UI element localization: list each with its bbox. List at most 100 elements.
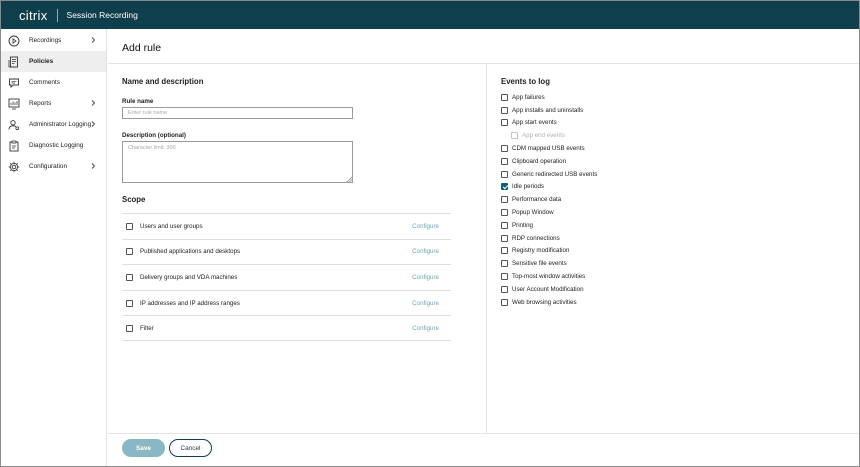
sidebar-item-label: Diagnostic Logging <box>29 142 84 149</box>
chevron-right-icon <box>91 163 96 169</box>
play-circle-icon <box>8 35 20 47</box>
event-top-most-window-checkbox[interactable] <box>501 273 508 281</box>
event-label: Popup Window <box>512 209 554 217</box>
event-sensitive-file-checkbox[interactable] <box>501 260 508 268</box>
event-label: Printing <box>512 221 533 229</box>
event-label: App start events <box>512 119 557 127</box>
event-row: Registry modification <box>501 245 597 258</box>
event-registry-checkbox[interactable] <box>501 247 508 255</box>
event-label: User Account Modification <box>512 285 584 293</box>
scope-label: IP addresses and IP address ranges <box>140 299 240 307</box>
event-label: Idle periods <box>512 183 544 191</box>
sidebar-item-recordings[interactable]: Recordings <box>1 30 106 51</box>
scope-row: Filter Configure <box>122 315 451 341</box>
policy-document-icon <box>8 56 20 68</box>
event-popup-window-checkbox[interactable] <box>501 209 508 217</box>
event-row: RDP connections <box>501 232 597 245</box>
event-row: App failures <box>501 91 597 104</box>
event-generic-usb-checkbox[interactable] <box>501 170 508 178</box>
event-label: Performance data <box>512 196 562 204</box>
event-cdm-usb-checkbox[interactable] <box>501 145 508 153</box>
footer-divider <box>108 433 859 434</box>
sidebar-item-comments[interactable]: Comments <box>1 72 106 93</box>
event-label: CDM mapped USB events <box>512 145 585 153</box>
scope-delivery-groups-checkbox[interactable] <box>126 273 133 281</box>
event-label: Web browsing activities <box>512 298 577 306</box>
event-row: Performance data <box>501 193 597 206</box>
configure-published-apps-link[interactable]: Configure <box>412 248 439 255</box>
event-row: Web browsing activities <box>501 296 597 309</box>
scope-filter-checkbox[interactable] <box>126 324 133 332</box>
scope-published-apps-checkbox[interactable] <box>126 248 133 256</box>
event-row: App end events <box>501 129 597 142</box>
scope-row: Users and user groups Configure <box>122 213 451 239</box>
reports-icon <box>8 98 20 110</box>
event-printing-checkbox[interactable] <box>501 221 508 229</box>
brand-divider <box>56 8 58 22</box>
event-row: Top-most window activities <box>501 270 597 283</box>
scope-row: Delivery groups and VDA machines Configu… <box>122 264 451 290</box>
main-panel: Add rule Name and description Rule name … <box>108 29 859 466</box>
event-row: CDM mapped USB events <box>501 142 597 155</box>
event-app-installs-checkbox[interactable] <box>501 106 508 114</box>
scope-users-checkbox[interactable] <box>126 222 133 230</box>
sidebar-item-reports[interactable]: Reports <box>1 93 106 114</box>
event-row: App start events <box>501 117 597 130</box>
configure-users-link[interactable]: Configure <box>412 223 439 230</box>
rule-name-label: Rule name <box>122 98 154 105</box>
event-label: App failures <box>512 93 545 101</box>
sidebar-item-configuration[interactable]: Configuration <box>1 156 106 177</box>
top-bar: citrix Session Recording <box>1 1 859 29</box>
sidebar-item-label: Administrator Logging <box>29 121 92 128</box>
event-label: App end events <box>522 132 566 140</box>
save-button[interactable]: Save <box>122 439 165 457</box>
sidebar-item-policies[interactable]: Policies <box>1 51 106 72</box>
event-row: App installs and uninstalls <box>501 104 597 117</box>
name-description-heading: Name and description <box>122 77 204 86</box>
event-idle-periods-checkbox[interactable] <box>501 183 508 191</box>
event-row: Idle periods <box>501 181 597 194</box>
event-label: Top-most window activities <box>512 273 586 281</box>
event-app-failures-checkbox[interactable] <box>501 93 508 101</box>
cancel-button[interactable]: Cancel <box>169 439 212 457</box>
scope-label: Users and user groups <box>140 222 203 230</box>
configure-filter-link[interactable]: Configure <box>412 325 439 332</box>
page-title: Add rule <box>122 42 162 54</box>
scope-label: Delivery groups and VDA machines <box>140 273 238 281</box>
sidebar: Recordings Policies Comments Reports Adm… <box>1 29 107 466</box>
rule-name-input[interactable] <box>122 107 353 119</box>
event-web-browsing-checkbox[interactable] <box>501 298 508 306</box>
sidebar-item-administrator-logging[interactable]: Administrator Logging <box>1 114 106 135</box>
configure-ip-addresses-link[interactable]: Configure <box>412 300 439 307</box>
sidebar-item-label: Comments <box>29 79 60 86</box>
scope-row: Published applications and desktops Conf… <box>122 238 451 265</box>
resize-grip-icon[interactable] <box>346 176 352 182</box>
comment-icon <box>8 77 20 89</box>
description-textarea[interactable] <box>122 141 353 183</box>
scope-label: Filter <box>140 324 154 332</box>
sidebar-item-diagnostic-logging[interactable]: Diagnostic Logging <box>1 135 106 156</box>
chevron-right-icon <box>91 121 96 127</box>
app-window: citrix Session Recording Recordings Poli… <box>0 0 860 467</box>
event-app-start-checkbox[interactable] <box>501 119 508 127</box>
event-row: Sensitive file events <box>501 257 597 270</box>
event-label: Generic redirected USB events <box>512 170 598 178</box>
event-label: RDP connections <box>512 234 560 242</box>
event-label: Sensitive file events <box>512 260 567 268</box>
event-app-end-checkbox <box>511 132 518 140</box>
event-row: Printing <box>501 219 597 232</box>
citrix-logo[interactable]: citrix <box>19 8 48 23</box>
scope-ip-addresses-checkbox[interactable] <box>126 299 133 307</box>
configure-delivery-groups-link[interactable]: Configure <box>412 274 439 281</box>
scope-list: Users and user groups Configure Publishe… <box>122 213 451 341</box>
column-divider <box>486 64 487 433</box>
sidebar-item-label: Reports <box>29 100 52 107</box>
event-clipboard-checkbox[interactable] <box>501 157 508 165</box>
event-user-account-checkbox[interactable] <box>501 285 508 293</box>
event-rdp-checkbox[interactable] <box>501 234 508 242</box>
events-list: App failures App installs and uninstalls… <box>501 91 597 309</box>
description-label: Description (optional) <box>122 132 186 139</box>
clipboard-icon <box>8 140 20 152</box>
event-performance-checkbox[interactable] <box>501 196 508 204</box>
event-label: Clipboard operation <box>512 157 567 165</box>
